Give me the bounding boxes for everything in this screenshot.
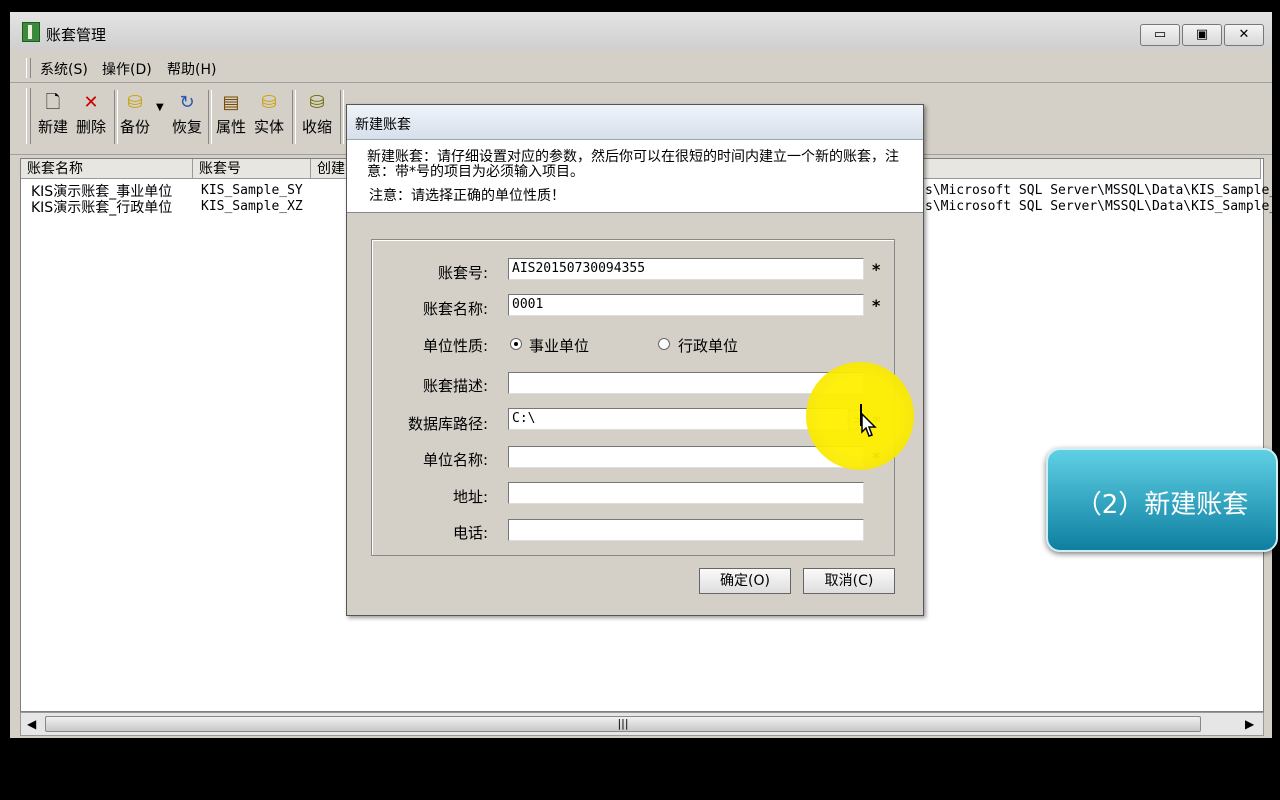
address-label: 地址:: [452, 488, 488, 506]
restore-label: 恢复: [171, 118, 202, 136]
radio-institution[interactable]: [510, 338, 522, 350]
entity-label: 实体: [253, 118, 284, 136]
shrink-button[interactable]: ⛁ 收缩: [298, 90, 336, 144]
radio-institution-label[interactable]: 事业单位: [529, 335, 589, 356]
dialog-title: 新建账套: [355, 117, 411, 133]
properties-icon: ▤: [222, 92, 240, 113]
entity-button[interactable]: ⛁ 实体: [250, 90, 288, 144]
menu-bar: 系统(S) 操作(D) 帮助(H): [10, 54, 1272, 83]
step-badge-text: （2）新建账套: [1075, 490, 1249, 520]
horizontal-scrollbar[interactable]: ◀ ||| ▶: [20, 712, 1264, 736]
account-desc-input[interactable]: [508, 372, 864, 394]
radio-administrative-label[interactable]: 行政单位: [678, 335, 738, 356]
list-item-code[interactable]: KIS_Sample_SY: [201, 183, 303, 198]
backup-label: 备份: [119, 118, 150, 136]
db-path-input[interactable]: C:\: [508, 408, 848, 430]
radio-administrative[interactable]: [658, 338, 670, 350]
new-button[interactable]: 🗋 新建: [34, 90, 72, 144]
backup-button[interactable]: ⛁ 备份: [116, 90, 154, 144]
restore-icon: ↻: [179, 92, 195, 113]
properties-button[interactable]: ▤ 属性: [212, 90, 250, 144]
account-name-label: 账套名称:: [422, 300, 488, 318]
scroll-thumb[interactable]: |||: [45, 716, 1201, 732]
account-name-input[interactable]: 0001: [508, 294, 864, 316]
text-cursor: [860, 404, 862, 426]
list-item-code[interactable]: KIS_Sample_XZ: [201, 199, 303, 214]
toolbar-separator: [292, 90, 296, 144]
required-mark: *: [872, 260, 881, 279]
column-header-code[interactable]: 账套号: [193, 159, 311, 179]
menu-operation[interactable]: 操作(D): [102, 59, 152, 79]
dialog-header: 新建账套：请仔细设置对应的参数，然后你可以在很短的时间内建立一个新的账套，注意：…: [347, 140, 923, 213]
restore-button[interactable]: ↻ 恢复: [168, 90, 206, 144]
delete-label: 删除: [75, 118, 106, 136]
unit-name-label: 单位名称:: [422, 451, 488, 469]
list-item-path[interactable]: s\Microsoft SQL Server\MSSQL\Data\KIS_Sa…: [925, 183, 1277, 198]
phone-label: 电话:: [452, 524, 488, 542]
new-file-icon: 🗋: [45, 92, 61, 113]
scroll-left-icon[interactable]: ◀: [27, 717, 36, 731]
db-path-label: 数据库路径:: [407, 415, 488, 433]
app-icon: [22, 22, 40, 42]
database-icon: ⛁: [261, 92, 277, 113]
account-code-input[interactable]: AIS20150730094355: [508, 258, 864, 280]
shrink-icon: ⛁: [309, 92, 325, 113]
account-desc-label: 账套描述:: [422, 377, 488, 395]
menu-help[interactable]: 帮助(H): [167, 59, 216, 79]
db-path-value: C:\: [512, 411, 536, 426]
address-input[interactable]: [508, 482, 864, 504]
column-header-name[interactable]: 账套名称: [21, 159, 193, 179]
step-badge: （2）新建账套: [1046, 448, 1278, 552]
delete-icon: ✕: [83, 92, 99, 113]
minimize-button[interactable]: ▭: [1140, 24, 1180, 46]
dialog-title-bar[interactable]: 新建账套: [347, 105, 923, 140]
dialog-instructions: 新建账套：请仔细设置对应的参数，然后你可以在很短的时间内建立一个新的账套，注意：…: [367, 149, 899, 180]
unit-type-label: 单位性质:: [422, 337, 488, 355]
title-bar[interactable]: 账套管理 ▭ ▣ ✕: [10, 12, 1272, 50]
new-label: 新建: [37, 118, 68, 136]
phone-input[interactable]: [508, 519, 864, 541]
toolbar-grip: [26, 88, 31, 144]
close-button[interactable]: ✕: [1224, 24, 1264, 46]
scroll-right-icon[interactable]: ▶: [1245, 717, 1254, 731]
backup-dropdown-icon[interactable]: ▼: [156, 102, 164, 113]
ok-button[interactable]: 确定(O): [699, 568, 791, 594]
required-mark: *: [872, 296, 881, 315]
maximize-button[interactable]: ▣: [1182, 24, 1222, 46]
properties-label: 属性: [215, 118, 246, 136]
window-title: 账套管理: [46, 26, 107, 44]
account-code-label: 账套号:: [437, 264, 488, 282]
cancel-button[interactable]: 取消(C): [803, 568, 895, 594]
dialog-warning: 注意：请选择正确的单位性质！: [369, 188, 565, 204]
menu-system[interactable]: 系统(S): [40, 59, 88, 79]
new-account-dialog: 新建账套 新建账套：请仔细设置对应的参数，然后你可以在很短的时间内建立一个新的账…: [346, 104, 924, 616]
shrink-label: 收缩: [301, 118, 332, 136]
menu-grip: [26, 58, 31, 78]
delete-button[interactable]: ✕ 删除: [72, 90, 110, 144]
toolbar-separator: [340, 90, 344, 144]
list-item-path[interactable]: s\Microsoft SQL Server\MSSQL\Data\KIS_Sa…: [925, 199, 1277, 214]
list-item-name[interactable]: KIS演示账套_行政单位: [31, 197, 172, 217]
unit-name-input[interactable]: [508, 446, 864, 468]
backup-icon: ⛁: [127, 92, 143, 113]
